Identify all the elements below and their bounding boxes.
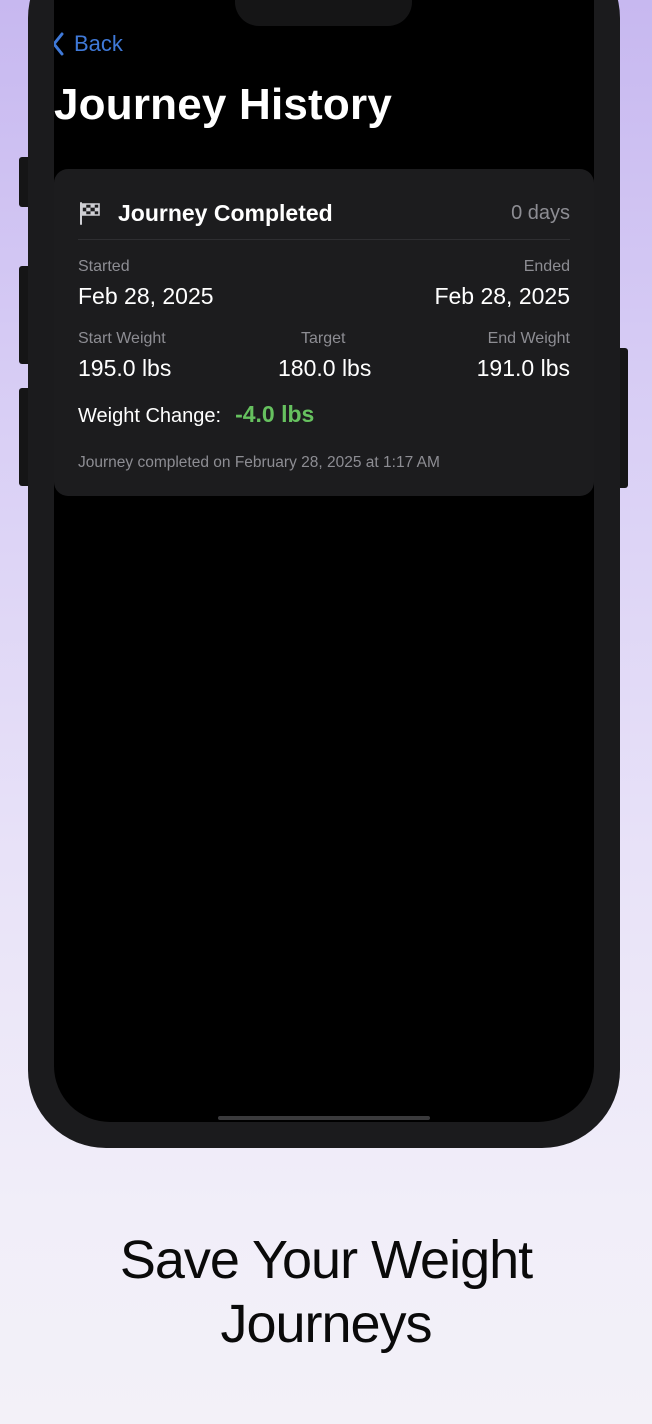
end-weight-value: 191.0 lbs xyxy=(476,355,570,381)
start-weight-value: 195.0 lbs xyxy=(78,355,172,381)
weight-change-label: Weight Change: xyxy=(78,405,222,427)
ended-label: Ended xyxy=(523,258,570,275)
ended-date: Feb 28, 2025 xyxy=(434,283,570,309)
back-label: Back xyxy=(74,31,123,56)
checkered-flag-icon xyxy=(80,202,100,225)
dynamic-island xyxy=(235,0,412,26)
journey-status-title: Journey Completed xyxy=(118,199,333,226)
weight-change-row: Weight Change: -4.0 lbs xyxy=(78,401,314,428)
journey-card[interactable]: Journey Completed 0 days Started Feb 28,… xyxy=(54,169,594,496)
back-button[interactable]: Back xyxy=(54,31,123,57)
phone-screen: Back Journey History Journey Completed 0… xyxy=(54,0,594,1122)
started-label: Started xyxy=(78,258,130,275)
home-indicator[interactable] xyxy=(218,1116,430,1120)
weight-change-value: -4.0 lbs xyxy=(235,401,315,427)
target-value: 180.0 lbs xyxy=(278,355,372,381)
chevron-left-icon xyxy=(54,32,64,56)
page-title: Journey History xyxy=(54,80,392,129)
promo-caption-line1: Save Your Weight xyxy=(119,1230,533,1290)
end-weight-label: End Weight xyxy=(487,330,570,347)
completion-note: Journey completed on February 28, 2025 a… xyxy=(78,454,440,471)
start-weight-label: Start Weight xyxy=(78,330,166,347)
journey-duration: 0 days xyxy=(511,201,570,224)
target-label: Target xyxy=(301,330,346,347)
started-date: Feb 28, 2025 xyxy=(78,283,214,309)
journey-card-header: Journey Completed 0 days xyxy=(78,187,570,240)
promo-caption: Save Your Weight Journeys xyxy=(0,1228,652,1356)
promo-caption-line2: Journeys xyxy=(220,1294,432,1354)
